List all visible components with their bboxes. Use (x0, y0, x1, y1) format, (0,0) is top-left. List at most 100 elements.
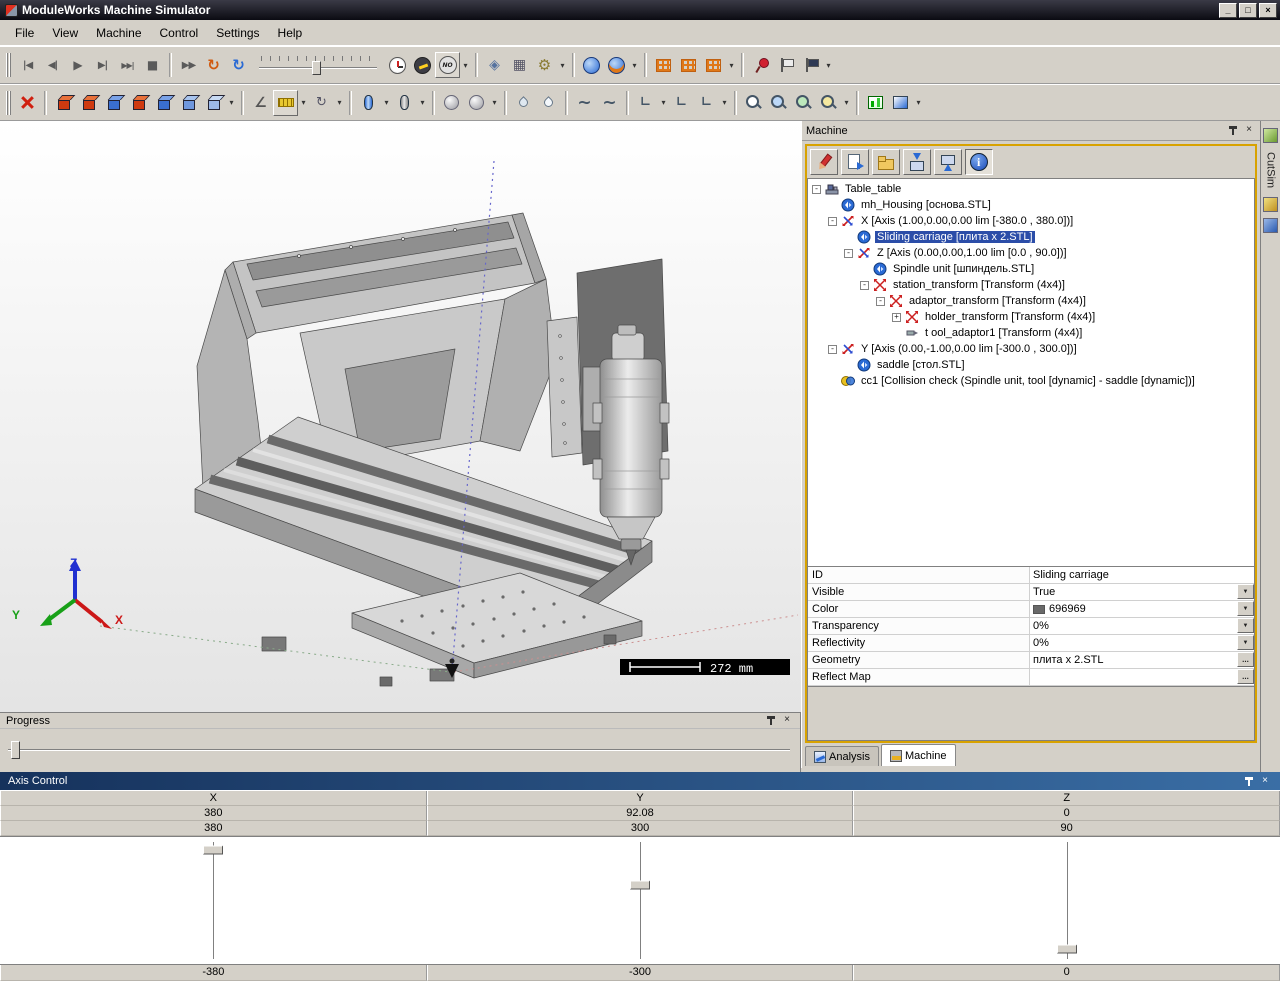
close-icon[interactable]: × (1258, 775, 1272, 788)
tree-item-tool-adaptor[interactable]: t ool_adaptor1 [Transform (4x4)] (888, 325, 1254, 341)
menu-control[interactable]: Control (151, 23, 208, 43)
tab-analysis[interactable]: Analysis (805, 746, 879, 766)
open-machine-button[interactable] (872, 149, 900, 175)
replay-button[interactable] (201, 52, 226, 78)
tree-item-spindle-unit[interactable]: Spindle unit [шпиндель.STL] (856, 261, 1254, 277)
stock-cube-6-button[interactable] (176, 90, 201, 116)
keyboard-button[interactable] (507, 52, 532, 78)
no-stop-button[interactable]: NO (435, 52, 460, 78)
turning-gray-button[interactable] (392, 90, 417, 116)
settings-tools-button[interactable] (532, 52, 557, 78)
simulation-mode-dropdown[interactable] (460, 52, 471, 78)
progress-track[interactable] (8, 741, 790, 759)
cutsim-tool-icon[interactable] (1263, 197, 1278, 213)
zoom-2-button[interactable] (766, 90, 791, 116)
menu-machine[interactable]: Machine (87, 23, 150, 43)
grid-z-button[interactable] (701, 52, 726, 78)
tree-item-y-axis[interactable]: -Y [Axis (0.00,-1.00,0.00 lim [-300.0 , … (824, 341, 1254, 357)
zoom-1-button[interactable] (741, 90, 766, 116)
view-dropdown[interactable] (629, 52, 640, 78)
diamond-button[interactable] (482, 52, 507, 78)
stock-cube-4-button[interactable] (126, 90, 151, 116)
speed-slider[interactable] (259, 53, 377, 77)
step-back-button[interactable] (40, 52, 65, 78)
measure-angle-button[interactable] (248, 90, 273, 116)
cutsim-icon[interactable] (1263, 128, 1278, 143)
expander-icon[interactable]: - (876, 296, 885, 306)
stock-dropdown[interactable] (226, 90, 237, 116)
menu-view[interactable]: View (43, 23, 87, 43)
dropdown-icon[interactable]: ▼ (1237, 635, 1254, 650)
axis-x-track[interactable] (213, 842, 216, 959)
pin-icon[interactable] (764, 714, 778, 727)
stock-cube-5-button[interactable] (151, 90, 176, 116)
go-to-start-button[interactable] (15, 52, 40, 78)
ellipsis-icon[interactable]: ... (1237, 669, 1254, 684)
tree-item-table[interactable]: - Table_table (808, 181, 1254, 197)
go-to-end-button[interactable] (115, 52, 140, 78)
tree-item-sliding-carriage[interactable]: Sliding carriage [плита x 2.STL] (840, 229, 1254, 245)
menu-help[interactable]: Help (269, 23, 312, 43)
pin-icon[interactable] (1226, 124, 1240, 137)
tree-item-collision-check[interactable]: cc1 [Collision check (Spindle unit, tool… (824, 373, 1254, 389)
close-button[interactable]: × (1259, 2, 1277, 18)
tree-item-adaptor-transform[interactable]: - adaptor_transform [Transform (4x4)] (872, 293, 1254, 309)
path-3-dropdown[interactable] (719, 90, 730, 116)
pin-icon[interactable] (1242, 775, 1256, 788)
axis-z-track[interactable] (1066, 842, 1069, 959)
flags-dropdown[interactable] (823, 52, 834, 78)
path-3-button[interactable] (694, 90, 719, 116)
axis-y-track[interactable] (640, 842, 642, 959)
turbo-button[interactable] (410, 52, 435, 78)
cutsim-tab[interactable]: CutSim (1265, 152, 1277, 188)
shade-dropdown[interactable] (913, 90, 924, 116)
sphere-dropdown[interactable] (489, 90, 500, 116)
play-button[interactable] (65, 52, 90, 78)
expander-icon[interactable]: - (860, 280, 869, 290)
coolant-2-button[interactable] (536, 90, 561, 116)
measure-rotate-button[interactable] (309, 90, 334, 116)
path-1-dropdown[interactable] (658, 90, 669, 116)
turning-dropdown[interactable] (381, 90, 392, 116)
curve-1-button[interactable] (572, 90, 597, 116)
close-icon[interactable]: × (780, 714, 794, 727)
stock-cube-2-button[interactable] (76, 90, 101, 116)
tab-machine[interactable]: Machine (880, 744, 956, 766)
dropdown-icon[interactable]: ▼ (1237, 584, 1254, 599)
chart-button[interactable] (863, 90, 888, 116)
sphere-2-button[interactable] (464, 90, 489, 116)
turning-gray-dropdown[interactable] (417, 90, 428, 116)
expander-icon[interactable]: - (844, 248, 853, 258)
rotate-dropdown[interactable] (334, 90, 345, 116)
close-icon[interactable]: × (1242, 124, 1256, 137)
tree-item-housing[interactable]: mh_Housing [основа.STL] (824, 197, 1254, 213)
refresh-button[interactable] (226, 52, 251, 78)
zoom-dropdown[interactable] (841, 90, 852, 116)
menu-settings[interactable]: Settings (207, 23, 268, 43)
save-machine-button[interactable] (903, 149, 931, 175)
path-2-button[interactable] (669, 90, 694, 116)
axis-x-slider[interactable] (0, 837, 427, 964)
tools-dropdown[interactable] (557, 52, 568, 78)
slider-thumb[interactable] (312, 61, 322, 75)
coolant-1-button[interactable] (511, 90, 536, 116)
zoom-4-button[interactable] (816, 90, 841, 116)
dropdown-icon[interactable]: ▼ (1237, 618, 1254, 633)
shade-button[interactable] (888, 90, 913, 116)
sphere-1-button[interactable] (439, 90, 464, 116)
axis-y-thumb[interactable] (630, 880, 650, 890)
grid-x-button[interactable] (651, 52, 676, 78)
expander-icon[interactable]: - (828, 216, 837, 226)
toolbar-grip[interactable] (6, 53, 11, 77)
zoom-3-button[interactable] (791, 90, 816, 116)
minimize-button[interactable]: _ (1219, 2, 1237, 18)
ellipsis-icon[interactable]: ... (1237, 652, 1254, 667)
info-button[interactable] (965, 149, 993, 175)
menu-file[interactable]: File (6, 23, 43, 43)
clock-button[interactable] (385, 52, 410, 78)
stop-button[interactable] (140, 52, 165, 78)
cutsim-view-icon[interactable] (1263, 218, 1278, 234)
tree-item-x-axis[interactable]: -X [Axis (1.00,0.00,0.00 lim [-380.0 , 3… (824, 213, 1254, 229)
tree-item-station-transform[interactable]: - station_transform [Transform (4x4)] (856, 277, 1254, 293)
stock-cube-1-button[interactable] (51, 90, 76, 116)
